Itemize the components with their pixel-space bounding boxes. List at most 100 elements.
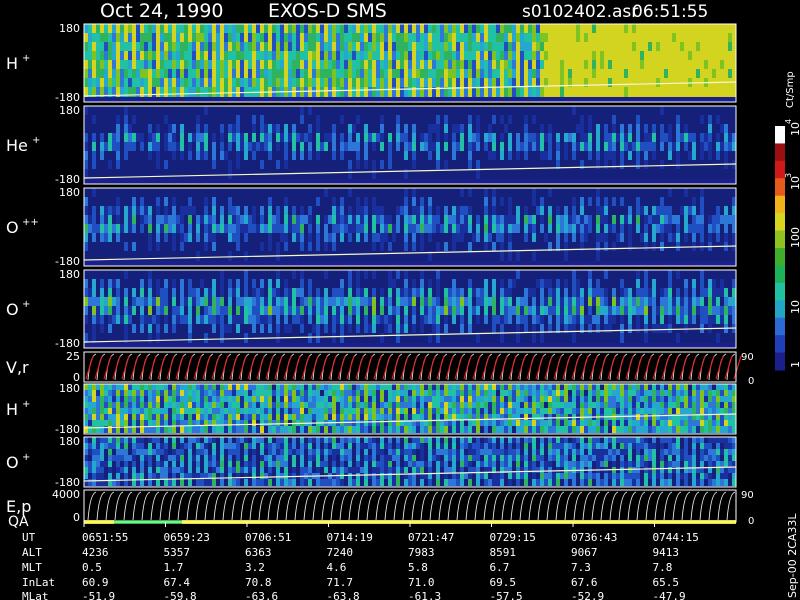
heatmap-cell [512, 115, 516, 125]
heatmap-cell [444, 279, 448, 289]
heatmap-cell [548, 42, 552, 52]
heatmap-cell [708, 233, 712, 243]
heatmap-cell [536, 215, 540, 225]
heatmap-cell [564, 270, 568, 280]
heatmap-cell [172, 242, 176, 252]
heatmap-cell [508, 169, 512, 179]
heatmap-cell [188, 224, 192, 234]
heatmap-cell [560, 60, 564, 70]
heatmap-cell [608, 69, 612, 79]
heatmap-cell [440, 60, 444, 70]
heatmap-cell [420, 188, 424, 198]
heatmap-cell [116, 306, 120, 316]
heatmap-cell [488, 42, 492, 52]
heatmap-cell [292, 279, 296, 289]
heatmap-cell [244, 242, 248, 252]
heatmap-cell [512, 224, 516, 234]
heatmap-cell [192, 33, 196, 43]
heatmap-cell [296, 42, 300, 52]
heatmap-cell [484, 224, 488, 234]
heatmap-cell [228, 297, 232, 307]
heatmap-cell [552, 279, 556, 289]
heatmap-cell [652, 24, 656, 34]
heatmap-cell [456, 215, 460, 225]
heatmap-cell [496, 315, 500, 325]
heatmap-cell [616, 151, 620, 161]
heatmap-cell [188, 297, 192, 307]
heatmap-cell [496, 169, 500, 179]
heatmap-cell [480, 69, 484, 79]
heatmap-cell [108, 288, 112, 298]
heatmap-cell [516, 233, 520, 243]
heatmap-cell [152, 315, 156, 325]
heatmap-cell [452, 270, 456, 280]
heatmap-cell [472, 142, 476, 152]
heatmap-cell [520, 206, 524, 216]
heatmap-cell [504, 24, 508, 34]
heatmap-cell [216, 69, 220, 79]
heatmap-cell [84, 124, 88, 134]
heatmap-cell [388, 206, 392, 216]
heatmap-cell [320, 297, 324, 307]
heatmap-cell [628, 87, 632, 97]
heatmap-cell [156, 188, 160, 198]
heatmap-cell [360, 224, 364, 234]
heatmap-cell [404, 242, 408, 252]
heatmap-cell [348, 242, 352, 252]
heatmap-cell [284, 142, 288, 152]
heatmap-cell [284, 215, 288, 225]
heatmap-cell [476, 87, 480, 97]
heatmap-cell [444, 242, 448, 252]
heatmap-cell [356, 215, 360, 225]
heatmap-cell [688, 115, 692, 125]
heatmap-cell [536, 306, 540, 316]
heatmap-cell [476, 115, 480, 125]
heatmap-cell [128, 160, 132, 170]
heatmap-cell [548, 224, 552, 234]
heatmap-cell [152, 160, 156, 170]
heatmap-cell [464, 60, 468, 70]
heatmap-cell [488, 169, 492, 179]
heatmap-cell [592, 78, 596, 88]
heatmap-cell [164, 270, 168, 280]
heatmap-cell [168, 315, 172, 325]
heatmap-cell [396, 60, 400, 70]
heatmap-cell [556, 42, 560, 52]
heatmap-cell [708, 251, 712, 261]
heatmap-cell [576, 306, 580, 316]
heatmap-cell [128, 33, 132, 43]
heatmap-cell [464, 51, 468, 61]
heatmap-cell [712, 151, 716, 161]
heatmap-cell [576, 279, 580, 289]
heatmap-cell [280, 188, 284, 198]
heatmap-cell [604, 133, 608, 143]
heatmap-cell [260, 106, 264, 116]
heatmap-cell [512, 106, 516, 116]
heatmap-cell [364, 333, 368, 343]
heatmap-cell [444, 188, 448, 198]
heatmap-cell [476, 124, 480, 134]
heatmap-cell [528, 51, 532, 61]
heatmap-cell [536, 188, 540, 198]
heatmap-cell [380, 270, 384, 280]
heatmap-cell [92, 33, 96, 43]
heatmap-cell [692, 124, 696, 134]
heatmap-cell [688, 60, 692, 70]
heatmap-cell [252, 306, 256, 316]
heatmap-cell [188, 87, 192, 97]
heatmap-cell [568, 142, 572, 152]
heatmap-cell [436, 233, 440, 243]
heatmap-cell [340, 224, 344, 234]
heatmap-cell [436, 133, 440, 143]
heatmap-cell [372, 106, 376, 116]
heatmap-cell [196, 197, 200, 207]
heatmap-cell [600, 224, 604, 234]
heatmap-cell [464, 324, 468, 334]
heatmap-cell [668, 224, 672, 234]
heatmap-cell [204, 169, 208, 179]
heatmap-cell [564, 242, 568, 252]
heatmap-cell [420, 215, 424, 225]
ytick-top: 180 [59, 22, 80, 35]
heatmap-cell [592, 160, 596, 170]
heatmap-cell [328, 60, 332, 70]
